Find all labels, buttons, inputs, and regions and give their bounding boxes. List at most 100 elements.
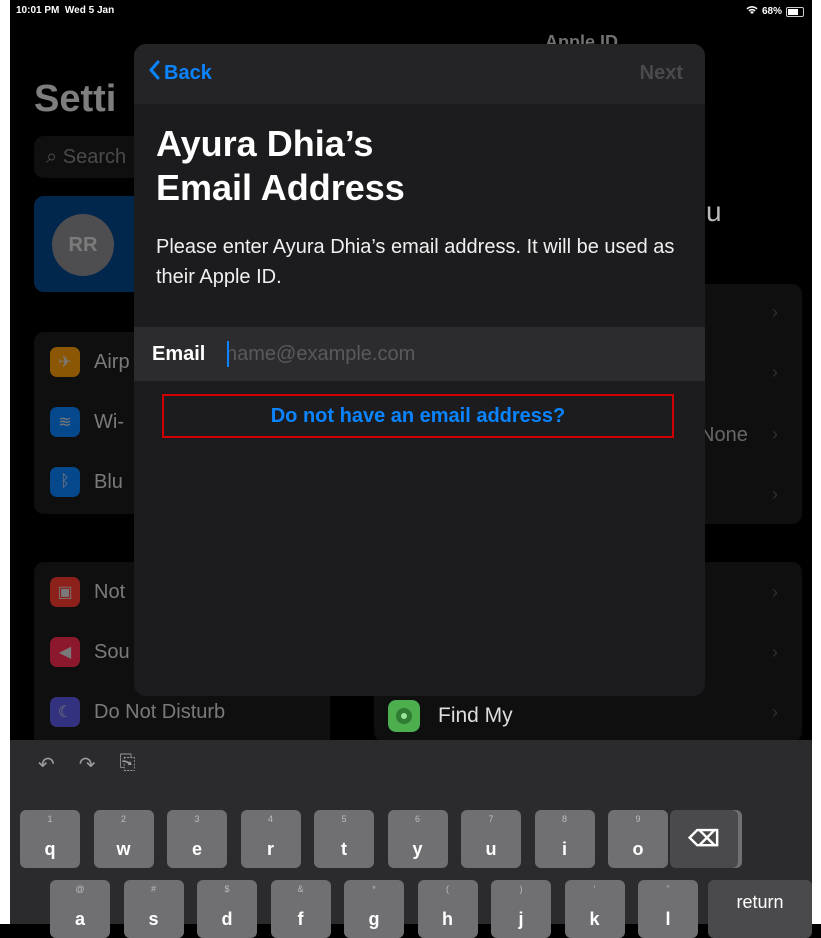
key-label-e: e (191, 839, 202, 859)
key-secondary-u: 7 (488, 814, 494, 824)
key-f[interactable]: & f (270, 880, 331, 938)
key-label-d: d (221, 909, 233, 929)
key-secondary-j: ) (519, 884, 523, 894)
key-t[interactable]: 5t (314, 810, 374, 868)
key-e[interactable]: 3e (167, 810, 227, 868)
chevron-right-icon: › (772, 642, 778, 662)
key-label-l: l (665, 909, 671, 929)
key-label-g: g (368, 909, 380, 929)
chevron-right-icon: › (772, 702, 778, 722)
key-secondary-g: * (372, 884, 376, 894)
chevron-right-icon: › (772, 582, 778, 602)
page-title: Ayura Dhia’s Email Address (156, 123, 405, 208)
status-bar: 10:01 PM Wed 5 Jan 68% (10, 0, 812, 22)
moon-icon: ☾ (50, 697, 80, 727)
text-cursor (227, 341, 229, 367)
chevron-right-icon: › (772, 362, 778, 382)
no-email-link[interactable]: Do not have an email address? (162, 394, 674, 438)
delete-key[interactable]: ⌫ (670, 810, 738, 868)
back-button[interactable]: Back (148, 60, 212, 86)
wifi-icon (746, 5, 758, 18)
status-right: 68% (746, 5, 804, 18)
battery-percent: 68% (761, 6, 782, 17)
key-label-r: r (266, 839, 274, 859)
back-label: Back (164, 61, 212, 84)
key-q[interactable]: 1q (20, 810, 80, 868)
key-secondary-e: 3 (194, 814, 200, 824)
email-field[interactable] (226, 337, 686, 371)
key-label-y: y (412, 839, 423, 859)
key-secondary-t: 5 (341, 814, 347, 824)
sound-icon: ◀ (50, 637, 80, 667)
key-label-o: o (632, 839, 644, 859)
status-time: 10:01 PM Wed 5 Jan (16, 5, 115, 16)
key-secondary-l: " (666, 884, 670, 894)
key-secondary-f: & (297, 884, 304, 894)
key-secondary-o: 9 (635, 814, 641, 824)
key-u[interactable]: 7u (461, 810, 521, 868)
right-peek-text: u (706, 196, 722, 227)
bluetooth-icon: ᛒ (50, 467, 80, 497)
key-o[interactable]: 9o (608, 810, 668, 868)
key-secondary-h: ( (446, 884, 449, 894)
avatar: RR (52, 214, 114, 276)
key-a[interactable]: @ a (50, 880, 110, 938)
keyboard-toolbar: ↶ ↷ ⎘ (38, 752, 136, 777)
key-secondary-q: 1 (47, 814, 53, 824)
key-secondary-r: 4 (267, 814, 273, 824)
key-secondary-y: 6 (414, 814, 420, 824)
key-label-i: i (561, 839, 567, 859)
chevron-right-icon: › (772, 484, 778, 504)
search-icon: ⌕ (46, 146, 58, 168)
key-label-f: f (297, 909, 304, 929)
backspace-icon: ⌫ (688, 826, 720, 851)
airplane-icon: ✈ (50, 347, 80, 377)
key-w[interactable]: 2w (93, 810, 154, 868)
email-address-sheet: Back Next Ayura Dhia’s Email Address Ple… (134, 44, 705, 696)
key-label-a: a (74, 909, 85, 929)
key-s[interactable]: # s (123, 880, 184, 938)
email-label: Email (152, 343, 206, 365)
sheet-nav-bar: Back Next (134, 44, 705, 104)
key-i[interactable]: 8i (534, 810, 595, 868)
key-label-k: k (589, 909, 600, 929)
key-secondary-i: 8 (561, 814, 567, 824)
chevron-right-icon: › (772, 302, 778, 322)
key-l[interactable]: " l (638, 880, 698, 938)
battery-icon (786, 6, 804, 17)
key-label-s: s (148, 909, 159, 929)
key-label-t: t (341, 839, 347, 859)
key-label-q: q (44, 839, 56, 859)
next-button[interactable]: Next (640, 62, 683, 85)
screen-edge-left (0, 0, 10, 924)
key-secondary-d: $ (224, 884, 230, 894)
chevron-right-icon: › (772, 424, 778, 444)
screen-edge-right (812, 0, 821, 924)
key-secondary-s: # (150, 884, 156, 894)
key-j[interactable]: ) j (491, 880, 551, 938)
wifi-icon: ≋ (50, 407, 80, 437)
notifications-icon: ▣ (50, 577, 80, 607)
key-label-w: w (116, 839, 131, 859)
redo-icon[interactable]: ↷ (79, 752, 96, 777)
key-d[interactable]: $ d (197, 880, 257, 938)
right-value: None (700, 424, 748, 446)
key-label-h: h (442, 909, 453, 929)
find-my-icon (388, 700, 420, 732)
key-r[interactable]: 4r (240, 810, 301, 868)
key-secondary-w: 2 (120, 814, 126, 824)
key-y[interactable]: 6y (387, 810, 448, 868)
keyboard: ↶ ↷ ⎘ 1q2w3e4r5t6y7u8i9o0p @a#s$d&f*g(h)… (10, 740, 812, 938)
key-secondary-a: @ (75, 884, 85, 894)
find-my-label[interactable]: Find My (438, 704, 513, 728)
return-key[interactable]: return (708, 880, 812, 938)
undo-icon[interactable]: ↶ (38, 752, 55, 777)
key-label-u: u (485, 839, 497, 859)
description-text: Please enter Ayura Dhia’s email address.… (156, 236, 675, 288)
settings-title: Setti (34, 78, 117, 120)
key-g[interactable]: * g (344, 880, 404, 938)
email-row: Email (134, 327, 705, 381)
key-h[interactable]: (h (417, 880, 478, 938)
key-k[interactable]: ’ k (564, 880, 625, 938)
paste-icon[interactable]: ⎘ (120, 752, 136, 777)
